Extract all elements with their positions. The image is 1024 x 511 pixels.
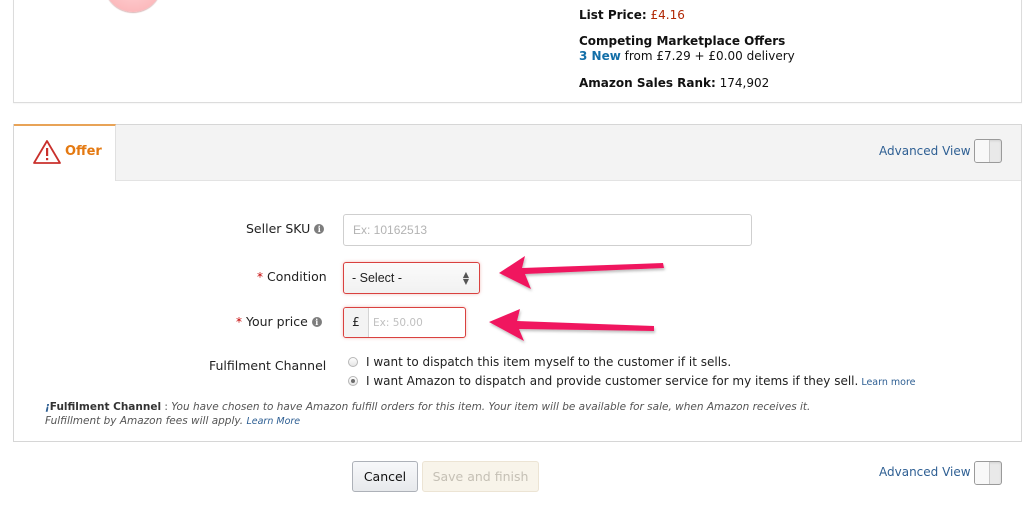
info-icon[interactable]: i [311,317,322,327]
list-price-value: £4.16 [650,8,685,22]
note-separator: : [161,401,172,413]
advanced-view-label-top[interactable]: Advanced View [879,144,971,158]
radio-amazon-label: I want Amazon to dispatch and provide cu… [366,374,859,388]
list-price-label: List Price: [579,8,647,22]
condition-selected-value: - Select - [352,271,403,285]
fulfilment-channel-label: Fulfilment Channel [209,358,327,373]
product-image [104,0,162,12]
advanced-view-label-bottom[interactable]: Advanced View [879,465,971,479]
fulfilment-option-merchant[interactable]: I want to dispatch this item myself to t… [348,355,731,369]
warning-triangle-icon [33,140,61,164]
sales-rank: Amazon Sales Rank: 174,902 [579,76,769,90]
competing-offers: 3 New from £7.29 + £0.00 delivery [579,49,795,63]
seller-sku-label-text: Seller SKU [246,221,311,236]
product-info-panel [13,0,1022,103]
required-asterisk: * [257,270,263,284]
currency-symbol: £ [344,308,369,337]
list-price: List Price: £4.16 [579,8,685,22]
price-input-group: £ [343,307,466,338]
advanced-view-toggle-bottom[interactable] [974,461,1002,485]
sales-rank-label: Amazon Sales Rank: [579,76,716,90]
tab-offer-label: Offer [65,144,102,159]
condition-label: * Condition [257,269,327,284]
your-price-label-text: Your price [246,314,308,329]
select-updown-icon: ▲ ▼ [462,270,469,286]
your-price-label: * Your price i [236,314,322,329]
condition-select[interactable]: - Select - ▲ ▼ [343,262,480,294]
seller-sku-label: Seller SKU i [246,221,325,236]
tab-offer[interactable]: Offer [14,124,116,181]
seller-sku-input[interactable] [343,214,752,246]
note-title: Fulfilment Channel [49,401,162,413]
radio-merchant-label: I want to dispatch this item myself to t… [366,355,732,369]
required-asterisk: * [236,315,242,329]
cancel-button[interactable]: Cancel [352,461,418,492]
radio-merchant-fulfilled[interactable] [348,357,358,367]
info-icon[interactable]: i [314,224,325,234]
toggle-knob [975,140,990,162]
competing-offers-title: Competing Marketplace Offers [579,34,786,48]
competing-offers-text: from £7.29 + £0.00 delivery [624,49,795,63]
offer-panel: Offer [13,124,1022,442]
radio-amazon-fulfilled[interactable] [348,376,358,386]
toggle-knob [975,462,990,484]
offer-header [14,125,1021,181]
fulfilment-note: ¡Fulfilment Channel : You have chosen to… [45,400,825,429]
competing-offers-link[interactable]: 3 New [579,49,621,63]
save-and-finish-button[interactable]: Save and finish [422,461,539,492]
condition-label-text: Condition [267,269,327,284]
learn-more-link[interactable]: Learn more [861,377,915,388]
fulfilment-option-amazon[interactable]: I want Amazon to dispatch and provide cu… [348,374,916,388]
sales-rank-value: 174,902 [719,76,770,90]
advanced-view-toggle-top[interactable] [974,139,1002,163]
note-learn-more-link[interactable]: Learn More [246,416,300,427]
price-input[interactable] [369,308,465,337]
